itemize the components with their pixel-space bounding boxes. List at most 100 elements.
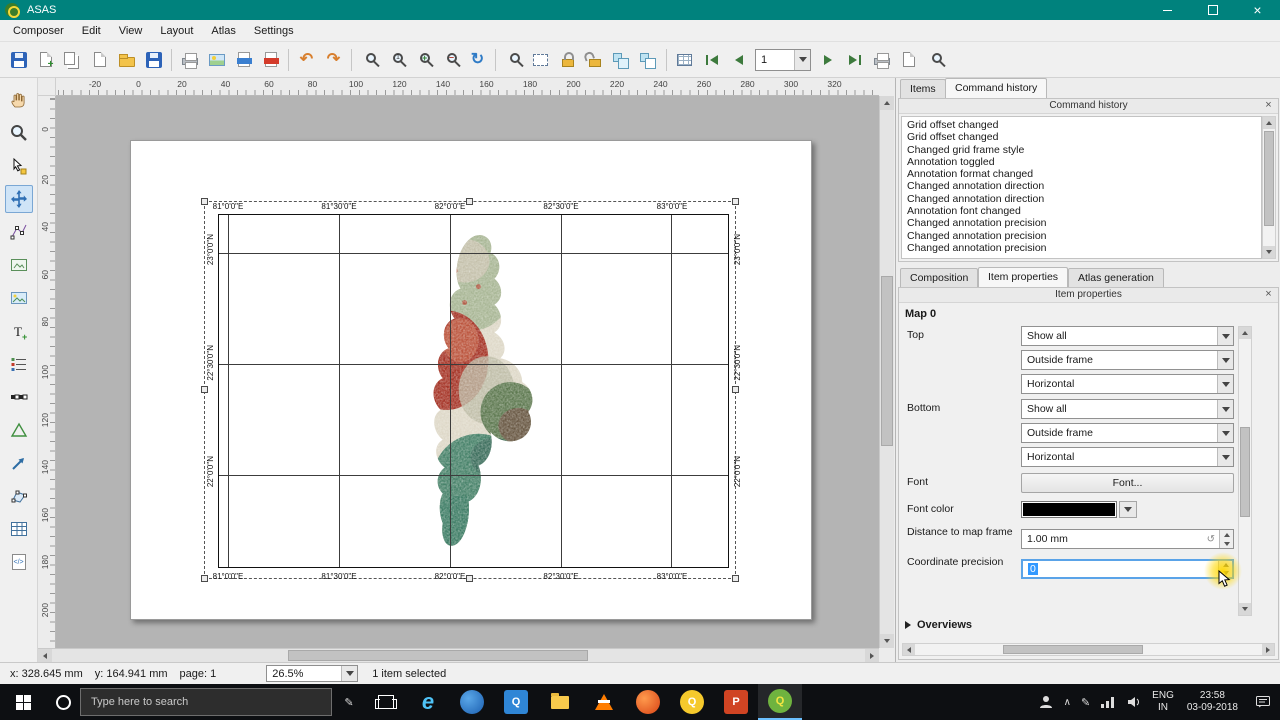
bottom-direction-select[interactable]: Horizontal bbox=[1021, 447, 1234, 467]
close-button[interactable] bbox=[1235, 0, 1280, 20]
chevron-down-icon[interactable] bbox=[794, 49, 810, 70]
tray-network-button[interactable] bbox=[1095, 684, 1121, 720]
font-color-swatch[interactable] bbox=[1021, 501, 1117, 518]
tray-expand-button[interactable]: ∧ bbox=[1059, 684, 1076, 720]
scroll-down-icon[interactable] bbox=[1239, 603, 1251, 615]
selection-handle[interactable] bbox=[466, 198, 473, 205]
action-center-button[interactable] bbox=[1246, 684, 1280, 720]
taskbar-icon-vlc[interactable] bbox=[582, 684, 626, 720]
scroll-down-icon[interactable] bbox=[880, 634, 894, 648]
scrollbar-thumb[interactable] bbox=[881, 276, 893, 446]
command-history-scrollbar[interactable] bbox=[1262, 116, 1276, 259]
tab-item-properties[interactable]: Item properties bbox=[978, 267, 1069, 287]
taskbar-icon-powerpoint[interactable]: P bbox=[714, 684, 758, 720]
command-history-entry[interactable]: Annotation font changed bbox=[907, 205, 1261, 217]
taskbar-icon-app-orange[interactable] bbox=[626, 684, 670, 720]
reset-icon[interactable]: ↺ bbox=[1207, 534, 1215, 545]
selection-handle[interactable] bbox=[732, 575, 739, 582]
command-history-entry[interactable]: Annotation toggled bbox=[907, 156, 1261, 168]
command-history-entry[interactable]: Changed annotation precision bbox=[907, 230, 1261, 242]
chevron-down-icon[interactable] bbox=[1217, 424, 1233, 442]
taskbar-icon-qgis-active[interactable]: Q bbox=[758, 684, 802, 720]
previous-feature-button[interactable] bbox=[725, 46, 752, 73]
duplicate-composition-button[interactable] bbox=[59, 46, 86, 73]
properties-horizontal-scrollbar[interactable] bbox=[902, 643, 1275, 656]
top-frame-select[interactable]: Outside frame bbox=[1021, 350, 1234, 370]
menu-item[interactable]: View bbox=[110, 22, 152, 40]
scrollbar-thumb[interactable] bbox=[288, 650, 588, 661]
print-button[interactable] bbox=[176, 46, 203, 73]
bottom-frame-select[interactable]: Outside frame bbox=[1021, 423, 1234, 443]
composition-page[interactable]: 81°0'0"E 81°30'0"E 82°0'0"E 82°30'0"E 83°0'0… bbox=[130, 140, 812, 620]
tray-user-button[interactable] bbox=[1033, 684, 1059, 720]
ungroup-items-button[interactable] bbox=[635, 46, 662, 73]
top-direction-select[interactable]: Horizontal bbox=[1021, 374, 1234, 394]
group-items-button[interactable] bbox=[608, 46, 635, 73]
zoom-level-select[interactable]: 26.5% bbox=[266, 665, 359, 682]
distance-spinbox[interactable]: 1.00 mm ↺ bbox=[1021, 529, 1234, 549]
task-view-button[interactable] bbox=[366, 684, 406, 720]
scroll-up-icon[interactable] bbox=[880, 96, 894, 110]
cortana-button[interactable] bbox=[46, 684, 80, 720]
bottom-show-select[interactable]: Show all bbox=[1021, 399, 1234, 419]
export-atlas-button[interactable] bbox=[895, 46, 922, 73]
close-icon[interactable]: × bbox=[1262, 99, 1275, 111]
composition-viewport[interactable]: 81°0'0"E 81°30'0"E 82°0'0"E 82°30'0"E 83°0'0… bbox=[56, 96, 879, 648]
add-new-legend-button[interactable] bbox=[5, 350, 33, 378]
tray-pen-button[interactable]: ✎ bbox=[1076, 684, 1095, 720]
canvas-vertical-scrollbar[interactable] bbox=[879, 96, 894, 648]
scroll-right-icon[interactable] bbox=[865, 649, 879, 662]
taskbar-icon-app-blue[interactable] bbox=[450, 684, 494, 720]
selection-handle[interactable] bbox=[201, 386, 208, 393]
add-attribute-table-button[interactable] bbox=[5, 515, 33, 543]
tab-composition[interactable]: Composition bbox=[900, 268, 979, 287]
add-new-map-button[interactable] bbox=[5, 251, 33, 279]
next-feature-button[interactable] bbox=[814, 46, 841, 73]
chevron-down-icon[interactable] bbox=[1217, 327, 1233, 345]
add-image-button[interactable] bbox=[5, 284, 33, 312]
add-new-label-button[interactable]: T + bbox=[5, 317, 33, 345]
selection-handle[interactable] bbox=[732, 198, 739, 205]
select-items-button[interactable] bbox=[527, 46, 554, 73]
zoom-100-button[interactable] bbox=[383, 46, 410, 73]
load-template-button[interactable] bbox=[113, 46, 140, 73]
pan-composer-button[interactable] bbox=[5, 86, 33, 114]
tab-command-history[interactable]: Command history bbox=[945, 78, 1048, 98]
scrollbar-thumb[interactable] bbox=[1240, 427, 1250, 517]
first-feature-button[interactable] bbox=[698, 46, 725, 73]
refresh-button[interactable]: ↻ bbox=[464, 46, 491, 73]
scrollbar-thumb[interactable] bbox=[1264, 131, 1274, 226]
new-composition-button[interactable] bbox=[32, 46, 59, 73]
close-icon[interactable]: × bbox=[1262, 288, 1275, 300]
tray-clock[interactable]: 23:58 03-09-2018 bbox=[1179, 684, 1246, 720]
add-html-frame-button[interactable]: </> bbox=[5, 548, 33, 576]
scroll-up-icon[interactable] bbox=[1263, 117, 1275, 129]
scroll-down-icon[interactable] bbox=[1263, 246, 1275, 258]
taskbar-icon-qgis-browser[interactable]: Q bbox=[494, 684, 538, 720]
zoom-composer-button[interactable] bbox=[5, 119, 33, 147]
scroll-up-icon[interactable] bbox=[1239, 327, 1251, 339]
start-button[interactable] bbox=[0, 684, 46, 720]
precision-spinbox[interactable]: 0 bbox=[1021, 559, 1234, 579]
command-history-entry[interactable]: Annotation format changed bbox=[907, 168, 1261, 180]
last-feature-button[interactable] bbox=[841, 46, 868, 73]
windows-ink-button[interactable]: ✎ bbox=[332, 684, 366, 720]
zoom-region-button[interactable] bbox=[500, 46, 527, 73]
taskbar-search-input[interactable]: Type here to search bbox=[80, 688, 332, 716]
move-item-content-button[interactable] bbox=[4, 185, 33, 213]
scroll-right-icon[interactable] bbox=[1262, 644, 1274, 655]
selection-handle[interactable] bbox=[201, 575, 208, 582]
export-pdf-button[interactable] bbox=[257, 46, 284, 73]
menu-item[interactable]: Layout bbox=[151, 22, 202, 40]
tab-items[interactable]: Items bbox=[900, 79, 946, 98]
export-svg-button[interactable] bbox=[230, 46, 257, 73]
maximize-button[interactable] bbox=[1190, 0, 1235, 20]
menu-item[interactable]: Atlas bbox=[202, 22, 244, 40]
edit-nodes-item-button[interactable] bbox=[5, 218, 33, 246]
command-history-entry[interactable]: Grid offset changed bbox=[907, 131, 1261, 143]
spin-buttons[interactable] bbox=[1219, 530, 1233, 548]
composition-manager-button[interactable] bbox=[86, 46, 113, 73]
selection-handle[interactable] bbox=[732, 386, 739, 393]
select-move-item-button[interactable] bbox=[5, 152, 33, 180]
menu-item[interactable]: Settings bbox=[245, 22, 303, 40]
